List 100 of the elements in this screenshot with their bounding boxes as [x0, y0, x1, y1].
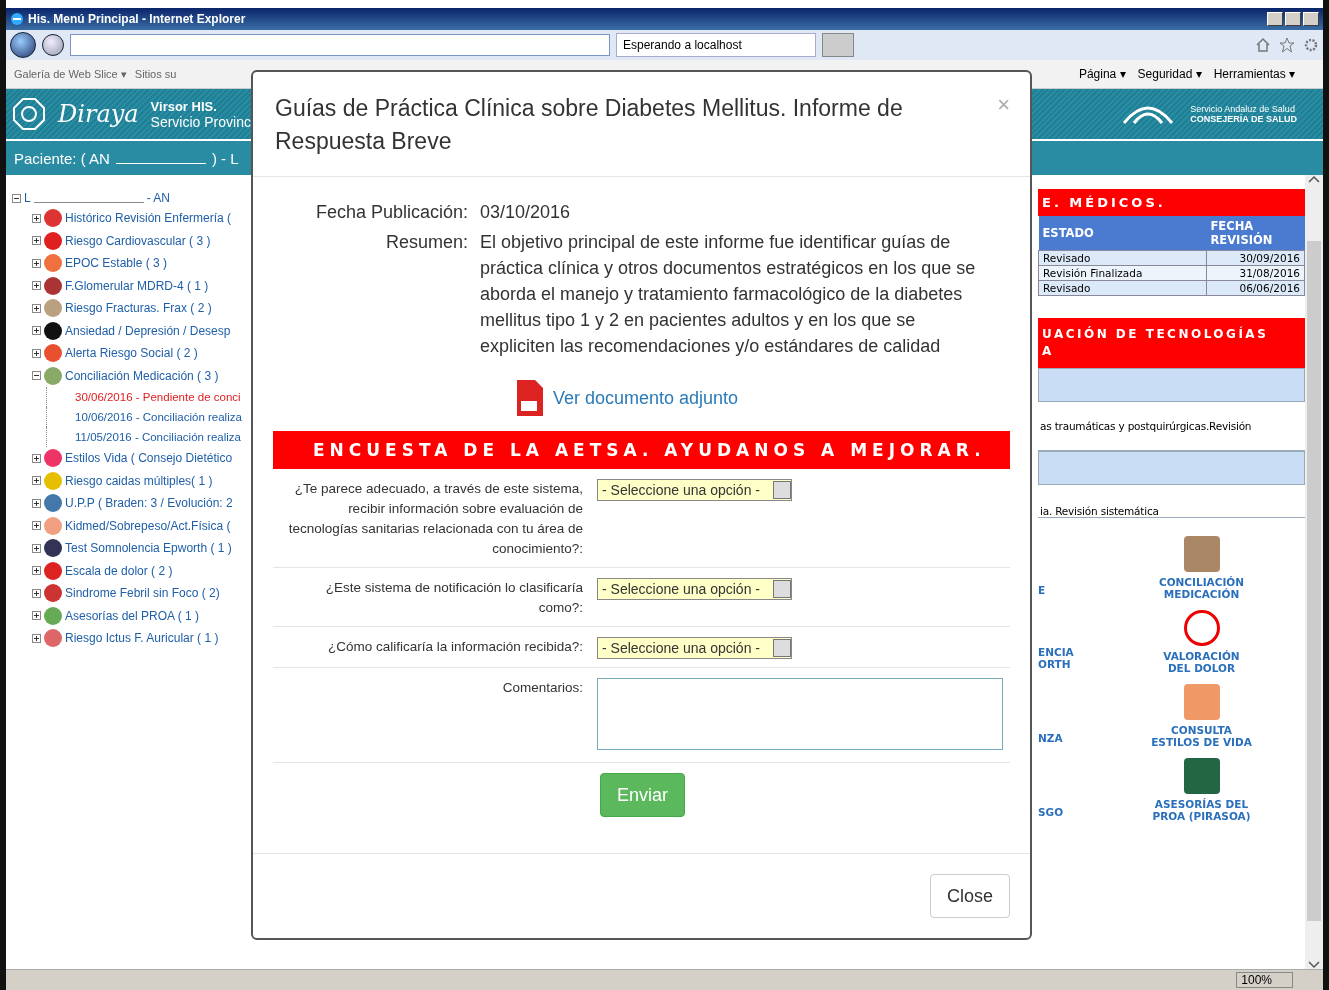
shortcut-picture[interactable]	[1183, 758, 1220, 794]
tree-item[interactable]: Riesgo caidas múltiples( 1 )	[65, 473, 213, 488]
scroll-down-icon[interactable]	[1308, 961, 1320, 969]
shortcut-label[interactable]: ORTH	[1038, 658, 1098, 670]
tree-item[interactable]: Test Somnolencia Epworth ( 1 )	[65, 541, 232, 556]
close-dialog-button[interactable]: Close	[930, 874, 1010, 918]
scrollbar-thumb[interactable]	[1307, 241, 1321, 921]
tree-root-suffix: - AN	[146, 191, 171, 205]
question-label: ¿Cómo calificaría la información recibida?:	[326, 638, 583, 656]
expand-icon[interactable]	[32, 258, 41, 268]
command-menu[interactable]: Seguridad ▾	[1137, 67, 1202, 81]
browser-tab[interactable]: Esperando a localhost	[616, 33, 816, 57]
octagon-logo-icon	[12, 97, 46, 131]
section-title: A	[1042, 343, 1055, 360]
option-dropdown[interactable]: - Seleccione una opción -	[597, 637, 792, 659]
option-dropdown[interactable]: - Seleccione una opción -	[597, 479, 792, 501]
favorites-link[interactable]: Sitios su	[134, 68, 177, 80]
shortcut-label[interactable]: CONSULTA	[1171, 724, 1232, 736]
close-button[interactable]	[1303, 12, 1319, 26]
command-menu[interactable]: Página ▾	[1078, 67, 1126, 81]
tree-item[interactable]: Histórico Revisión Enfermería (	[65, 211, 232, 226]
shortcut-label[interactable]: ASESORÍAS DEL	[1154, 798, 1249, 810]
shortcut-label[interactable]: NZA	[1038, 732, 1098, 744]
tree-item[interactable]: Sindrome Febril sin Foco ( 2)	[65, 586, 220, 601]
forward-button[interactable]	[42, 34, 64, 56]
expand-icon[interactable]	[32, 476, 41, 486]
tree-item[interactable]: Conciliación Medicación ( 3 )	[65, 368, 219, 383]
home-icon[interactable]	[1255, 37, 1271, 53]
expand-icon[interactable]	[32, 521, 41, 531]
tree-item[interactable]: U.P.P ( Braden: 3 / Evolución: 2	[65, 496, 233, 511]
shortcut-label[interactable]: MEDICACIÓN	[1163, 588, 1240, 600]
expand-icon[interactable]	[32, 213, 41, 223]
circle-icon	[44, 561, 62, 580]
shortcut-label[interactable]: ESTILOS DE VIDA	[1151, 736, 1252, 748]
circle-icon	[44, 539, 62, 558]
back-button[interactable]	[10, 32, 36, 58]
shortcut-label[interactable]: VALORACIÓN	[1163, 650, 1240, 662]
tree-item[interactable]: Estilos Vida ( Consejo Dietético	[65, 451, 233, 466]
tree-item[interactable]: Escala de dolor ( 2 )	[65, 563, 173, 578]
address-field[interactable]	[70, 34, 610, 56]
shortcut-label[interactable]: DEL DOLOR	[1167, 662, 1236, 674]
column-header: ESTADO	[1038, 216, 1207, 251]
tree-root[interactable]: L	[24, 191, 31, 205]
circle-icon	[44, 299, 62, 318]
dialog-title: Guías de Práctica Clínica sobre Diabetes Mellitus. Informe de Respuesta Breve	[275, 94, 904, 156]
expand-icon[interactable]	[32, 611, 41, 621]
shortcut-label[interactable]: CONCILIACIÓN	[1158, 576, 1245, 588]
expand-icon[interactable]	[32, 543, 41, 553]
collapse-icon[interactable]	[12, 193, 21, 203]
option-dropdown[interactable]: - Seleccione una opción -	[597, 578, 792, 600]
shortcut-label[interactable]: ENCIA	[1038, 646, 1098, 658]
maximize-button[interactable]	[1285, 12, 1301, 26]
comments-field[interactable]	[597, 678, 1003, 750]
shortcut-label[interactable]: PROA (PIRASOA)	[1152, 810, 1251, 822]
tree-item[interactable]: Alerta Riesgo Social ( 2 )	[65, 346, 198, 361]
circle-icon	[44, 366, 62, 385]
brand-name: Diraya	[58, 100, 139, 128]
tree-item[interactable]: F.Glomerular MDRD-4 ( 1 )	[65, 278, 209, 293]
tree-item[interactable]: Riesgo Cardiovascular ( 3 )	[65, 233, 211, 248]
expand-icon[interactable]	[32, 588, 41, 598]
circle-icon	[44, 344, 62, 363]
expand-icon[interactable]	[32, 326, 41, 336]
tree-item[interactable]: Kidmed/Sobrepeso/Act.Física (	[65, 518, 231, 533]
settings-icon[interactable]	[1303, 37, 1319, 53]
tree-item[interactable]: Riesgo Ictus F. Auricular ( 1 )	[65, 631, 219, 646]
expand-icon[interactable]	[32, 236, 41, 246]
minimize-button[interactable]	[1267, 12, 1283, 26]
tree-item[interactable]: EPOC Estable ( 3 )	[65, 256, 168, 271]
favorites-link[interactable]: Galería de Web Slice ▾	[14, 67, 127, 81]
shortcut-label[interactable]: SGO	[1038, 806, 1098, 818]
expand-icon[interactable]	[32, 281, 41, 291]
shortcut-picture[interactable]	[1183, 536, 1220, 572]
question-label: ¿Este sistema de notificación lo clasificaría como?:	[324, 579, 583, 617]
circle-icon	[44, 584, 62, 603]
scroll-up-icon[interactable]	[1308, 175, 1320, 183]
expand-icon[interactable]	[32, 633, 41, 643]
attachment-link[interactable]: Ver documento adjunto	[553, 387, 739, 409]
field-value: El objetivo principal de este informe fue identificar guías de práctica clínica y otros documentos estratégicos en los que se aborda el manejo y tratamiento farmacológico de la diabetes mellitus tipo 1 y 2 en pacientes adultos y en los que se expliciten las recomendaciones y/o estándares de calidad	[480, 231, 977, 358]
zoom-level[interactable]: 100%	[1236, 972, 1293, 988]
shortcut-picture[interactable]	[1183, 610, 1220, 646]
expand-icon[interactable]	[32, 348, 41, 358]
question-label: Comentarios:	[501, 679, 583, 697]
expand-icon[interactable]	[32, 303, 41, 313]
tree-item[interactable]: Riesgo Fracturas. Frax ( 2 )	[65, 301, 212, 316]
expand-icon[interactable]	[32, 566, 41, 576]
expand-icon[interactable]	[32, 453, 41, 463]
collapse-icon[interactable]	[32, 371, 41, 381]
tree-item[interactable]: Ansiedad / Depresión / Desesp	[65, 323, 231, 338]
circle-icon	[44, 449, 62, 468]
shortcut-label[interactable]: E	[1038, 584, 1098, 596]
circle-icon	[44, 321, 62, 340]
product-subtitle: Servicio Provinc	[150, 113, 251, 130]
circle-icon	[44, 629, 62, 648]
tree-item[interactable]: Asesorías del PROA ( 1 )	[65, 608, 200, 623]
command-menu[interactable]: Herramientas ▾	[1213, 67, 1295, 81]
expand-icon[interactable]	[32, 498, 41, 508]
patient-suffix: ) - L	[211, 149, 239, 167]
circle-icon	[44, 471, 62, 490]
question-label: ¿Te parece adecuado, a través de este sistema, recibir información sobre evaluación de tecnologías sanitarias relacionada con tu área de conocimiento?:	[287, 480, 583, 558]
star-icon[interactable]	[1279, 37, 1295, 53]
